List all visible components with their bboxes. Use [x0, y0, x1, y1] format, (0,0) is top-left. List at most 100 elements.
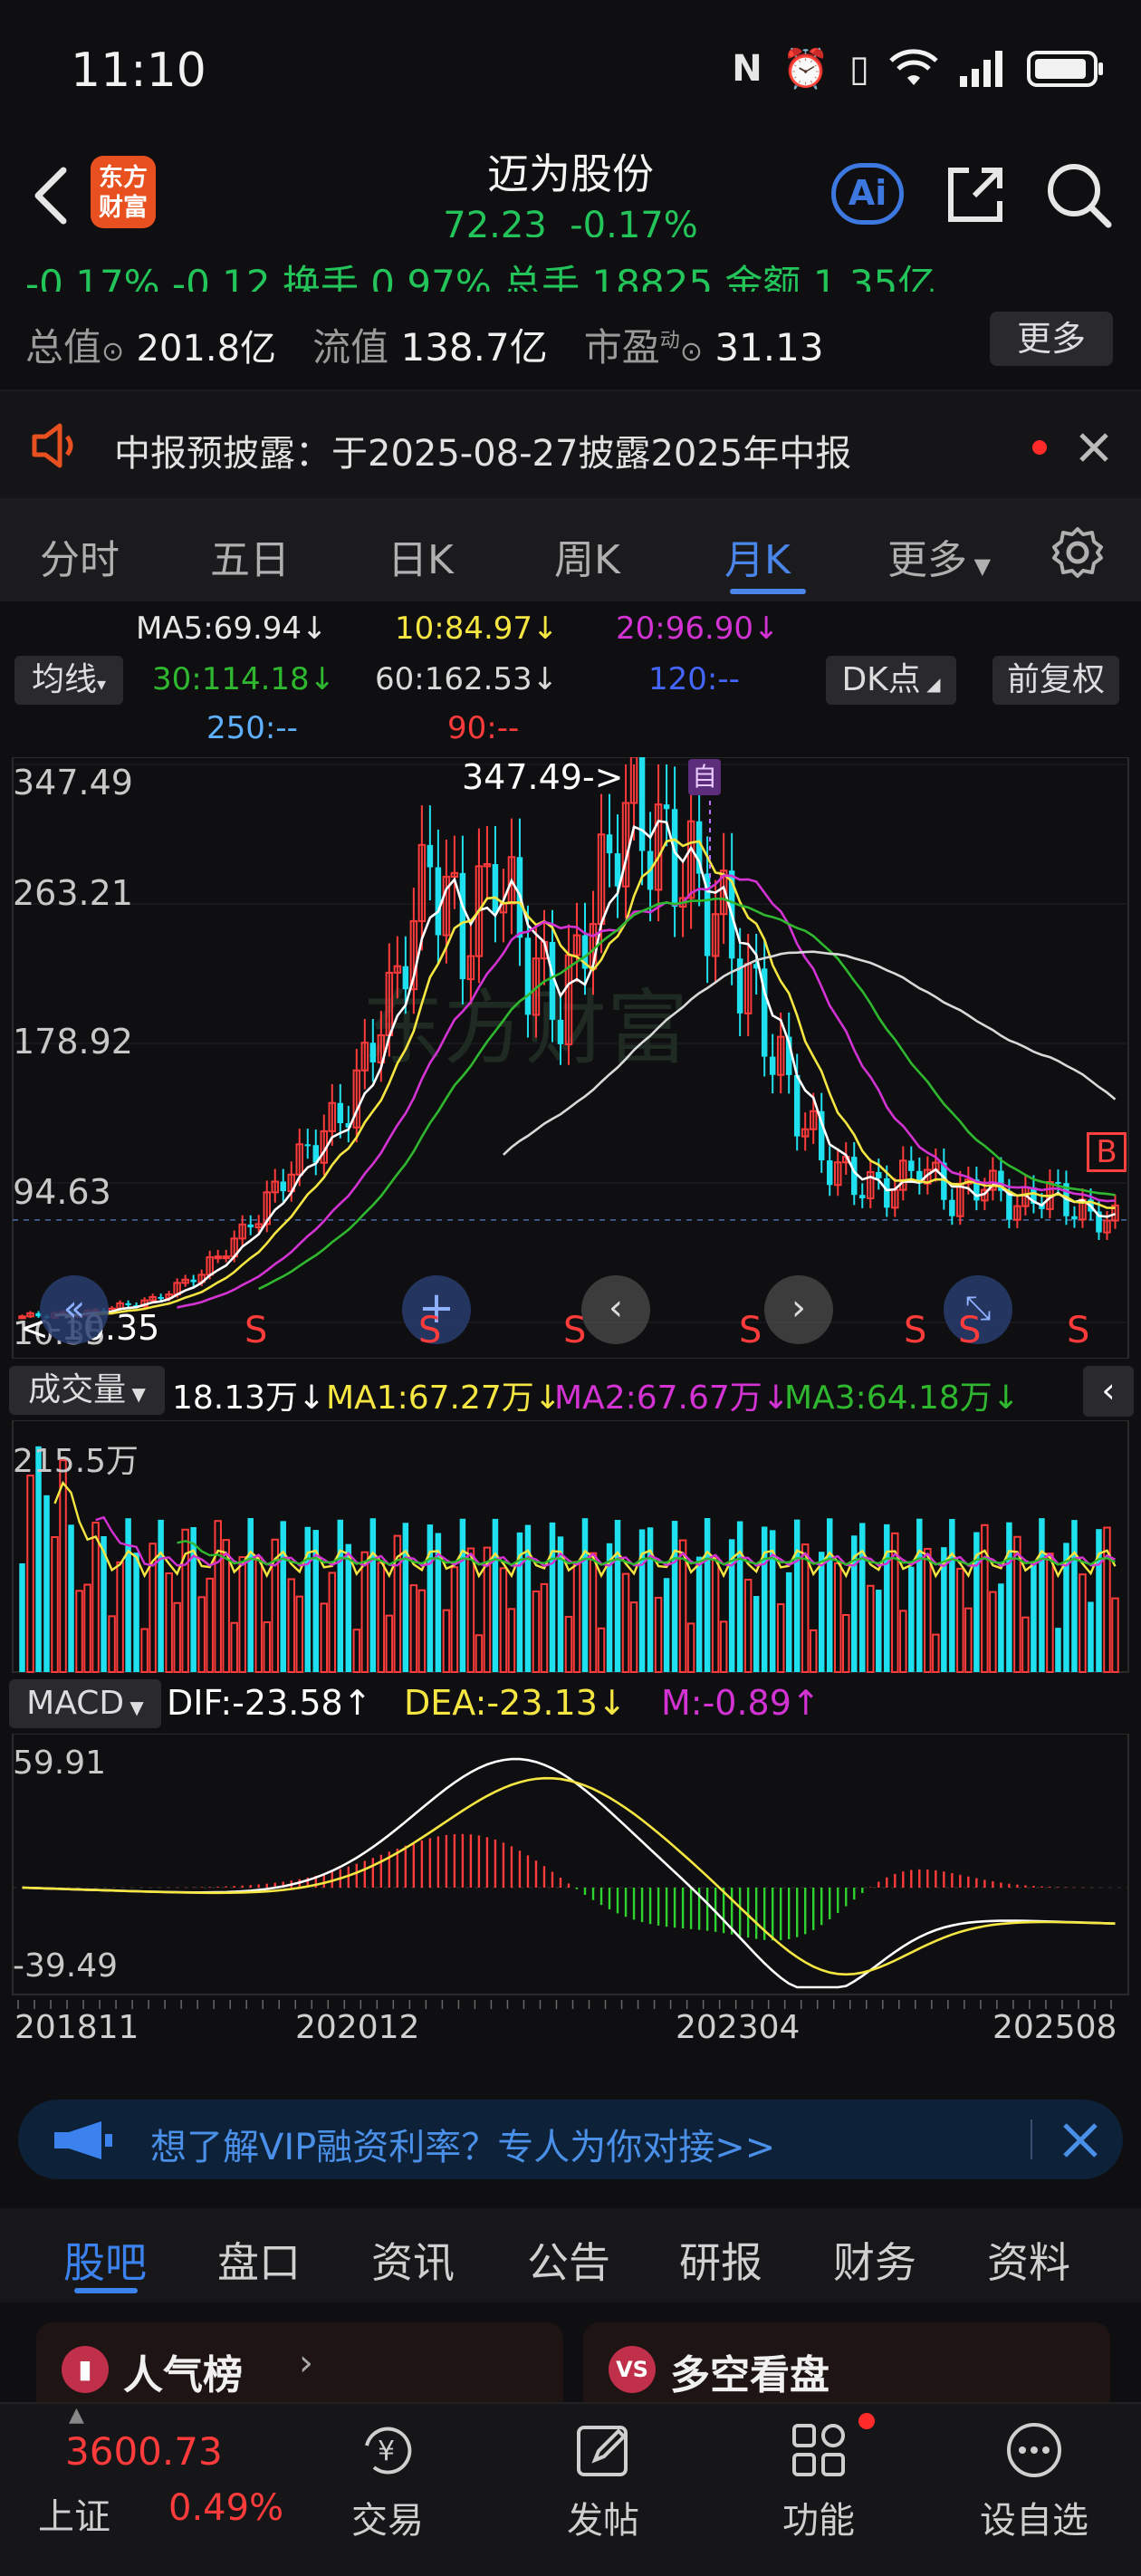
- ma30-label: 30:114.18↓: [152, 661, 336, 697]
- s-tag: S: [244, 1310, 268, 1351]
- share-icon[interactable]: [942, 161, 1009, 228]
- search-icon[interactable]: [1043, 159, 1116, 232]
- svg-text:¥: ¥: [378, 2436, 395, 2467]
- candle-body: [884, 1177, 890, 1208]
- volume-bar: [540, 1582, 549, 1674]
- tab-research[interactable]: 研报: [679, 2230, 762, 2290]
- tab-monthly-k[interactable]: 月K: [724, 527, 791, 585]
- index-value[interactable]: 3600.73: [65, 2429, 223, 2474]
- volume-bar: [793, 1519, 801, 1672]
- ai-button[interactable]: Ai: [831, 163, 904, 225]
- volume-bar: [409, 1584, 418, 1673]
- volume-bar: [108, 1615, 116, 1674]
- x-tick: 202508: [992, 2009, 1117, 2046]
- tab-profile[interactable]: 资料: [987, 2230, 1070, 2290]
- more-quote-button[interactable]: 更多: [990, 312, 1113, 366]
- volume-bar: [59, 1459, 67, 1673]
- macd-selector[interactable]: MACD ▼: [9, 1679, 161, 1728]
- volume-bar: [173, 1601, 181, 1674]
- vip-text[interactable]: 想了解VIP融资利率？专人为你对接>>: [150, 2118, 775, 2170]
- scroll-right-button[interactable]: ›: [764, 1275, 833, 1344]
- close-icon[interactable]: [1076, 429, 1112, 466]
- tab-guba[interactable]: 股吧: [63, 2230, 147, 2290]
- volume-bar: [695, 1556, 703, 1672]
- volume-bar: [287, 1578, 295, 1673]
- candle-body: [663, 804, 670, 810]
- macd-axis-bottom: -39.49: [13, 1947, 119, 1985]
- dk-point-button[interactable]: DK点 ◢: [826, 656, 956, 705]
- tab-news[interactable]: 资讯: [371, 2230, 455, 2290]
- price-axis-2: 263.21: [13, 873, 133, 913]
- index-name: 上证: [38, 2496, 110, 2538]
- notification-dot: [858, 2413, 875, 2429]
- adjust-button[interactable]: 前复权: [992, 656, 1119, 705]
- volume-bar: [884, 1523, 890, 1672]
- s-tag: S: [739, 1310, 762, 1351]
- volume-bar: [158, 1519, 164, 1672]
- stock-name: 迈为股份: [487, 149, 654, 198]
- volume-bar: [776, 1603, 785, 1674]
- price-axis-4: 94.63: [13, 1172, 111, 1212]
- self-tag: 自: [688, 759, 721, 795]
- notice-text[interactable]: 中报预披露：于2025-08-27披露2025年中报: [114, 424, 851, 476]
- volume-bar: [320, 1602, 329, 1673]
- volume-bar: [1031, 1561, 1037, 1672]
- ma250-label: 250:--: [206, 710, 298, 746]
- s-tag: S: [1067, 1310, 1090, 1351]
- back-icon[interactable]: [25, 163, 80, 228]
- functions-button[interactable]: 功能: [746, 2413, 891, 2543]
- megaphone-icon: [54, 2121, 112, 2159]
- tab-five-day[interactable]: 五日: [210, 527, 290, 585]
- tab-weekly-k[interactable]: 周K: [554, 527, 620, 585]
- tab-announcements[interactable]: 公告: [527, 2230, 610, 2290]
- kline-chart[interactable]: 东方财富: [0, 757, 1141, 1359]
- volume-bar: [842, 1614, 850, 1674]
- volume-bar: [932, 1633, 940, 1674]
- volume-bar: [417, 1589, 427, 1674]
- index-change: 0.49%: [168, 2487, 284, 2529]
- tab-more[interactable]: 更多 ▼: [887, 527, 991, 585]
- chevron-right-icon: ›: [299, 2342, 313, 2384]
- volume-bar: [908, 1566, 915, 1672]
- price-axis-top: 347.49: [13, 763, 133, 803]
- volume-bar: [125, 1518, 131, 1672]
- candle-body: [851, 1157, 858, 1196]
- volume-bar: [743, 1579, 753, 1673]
- volume-selector[interactable]: 成交量 ▼: [9, 1366, 165, 1415]
- zoom-out-button[interactable]: «: [40, 1275, 109, 1344]
- volume-bar: [1103, 1526, 1111, 1674]
- macd-header: MACD ▼ DIF:-23.58↑ DEA:-23.13↓ M:-0.89↑: [0, 1679, 1141, 1730]
- volume-bar: [899, 1610, 907, 1673]
- volume-bar: [818, 1552, 825, 1672]
- status-time: 11:10: [71, 43, 206, 98]
- tab-pankou[interactable]: 盘口: [217, 2230, 301, 2290]
- gear-icon[interactable]: [1050, 525, 1105, 580]
- candle-body: [459, 872, 466, 980]
- settings-watchlist-button[interactable]: 设自选: [962, 2418, 1107, 2543]
- collapse-button[interactable]: ‹: [1083, 1366, 1134, 1417]
- close-icon[interactable]: [1061, 2121, 1099, 2159]
- volume-bar: [1096, 1529, 1102, 1672]
- volume-bar: [466, 1547, 475, 1673]
- ma5-label: MA5:69.94↓: [136, 610, 328, 647]
- tab-finance[interactable]: 财务: [833, 2230, 916, 2290]
- tab-intraday[interactable]: 分时: [40, 527, 120, 585]
- ma-selector[interactable]: 均线▾: [14, 656, 123, 705]
- volume-bar: [206, 1577, 214, 1673]
- candle-body: [793, 1074, 801, 1137]
- trade-button[interactable]: ¥ 交易: [315, 2418, 460, 2543]
- volume-bar: [385, 1614, 394, 1674]
- vip-banner[interactable]: 想了解VIP融资利率？专人为你对接>>: [18, 2100, 1123, 2179]
- notice-bar[interactable]: 中报预披露：于2025-08-27披露2025年中报: [0, 389, 1141, 500]
- ma20-line: [177, 874, 1116, 1309]
- post-button[interactable]: 发帖: [531, 2418, 676, 2543]
- candle-body: [949, 1199, 955, 1216]
- macd-chart: [12, 1734, 1129, 1995]
- candle-body: [859, 1195, 866, 1198]
- tab-daily-k[interactable]: 日K: [388, 527, 454, 585]
- volume-bar: [981, 1523, 989, 1674]
- high-annotation: 347.49->: [462, 757, 624, 797]
- scroll-left-button[interactable]: ‹: [581, 1275, 650, 1344]
- volume-bar: [1088, 1601, 1094, 1672]
- candle-body: [190, 1279, 197, 1283]
